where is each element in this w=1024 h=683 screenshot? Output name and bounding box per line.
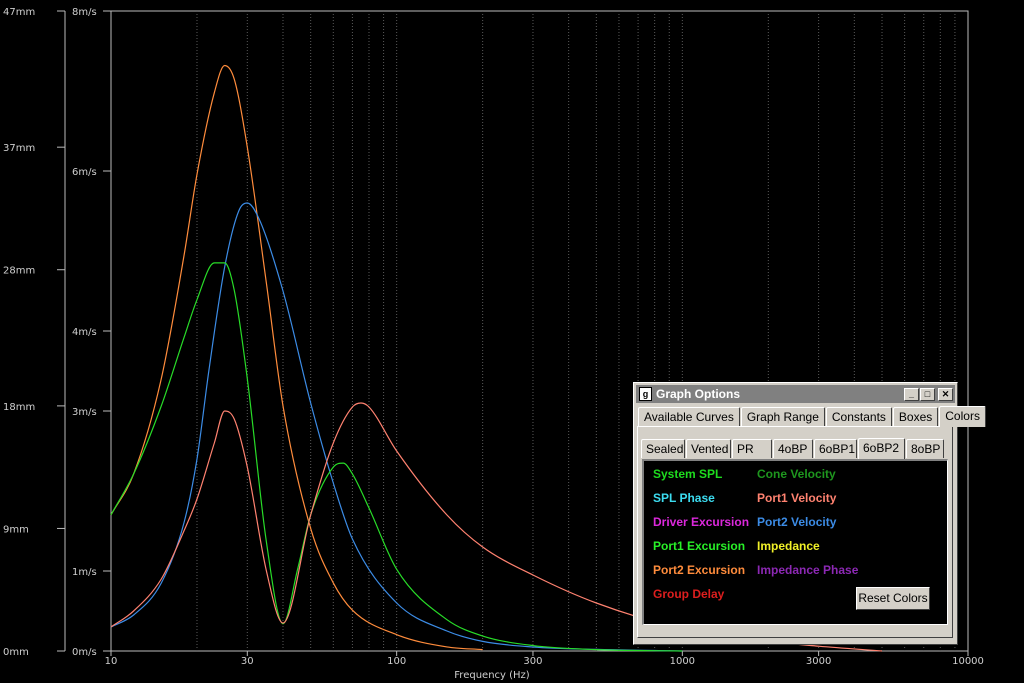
- frequency-tick-label: 10: [105, 656, 118, 667]
- color-item-group-delay[interactable]: Group Delay: [653, 587, 724, 601]
- color-item-impedance[interactable]: Impedance: [757, 539, 820, 553]
- tab-constants[interactable]: Constants: [825, 407, 892, 426]
- frequency-tick-labels: 10 30 100 300 1000 3000 10000: [105, 651, 984, 667]
- velocity-tick-label: 1m/s: [72, 567, 97, 578]
- tab-graph-range[interactable]: Graph Range: [740, 407, 825, 426]
- subtab-6obp2[interactable]: 6oBP2: [858, 438, 905, 459]
- color-item-cone-velocity[interactable]: Cone Velocity: [757, 467, 836, 481]
- subtab-vented[interactable]: Vented: [686, 439, 731, 458]
- frequency-tick-label: 1000: [670, 656, 695, 667]
- frequency-tick-label: 100: [387, 656, 406, 667]
- close-button[interactable]: ✕: [938, 387, 953, 401]
- main-tabs: Available Curves Graph Range Constants Boxe…: [638, 405, 987, 427]
- subtab-pr[interactable]: PR: [732, 439, 772, 458]
- color-item-system-spl[interactable]: System SPL: [653, 467, 722, 481]
- tab-boxes[interactable]: Boxes: [892, 407, 939, 426]
- subtab-8obp[interactable]: 8oBP: [906, 439, 944, 458]
- tab-colors[interactable]: Colors: [939, 406, 986, 427]
- subtab-4obp[interactable]: 4oBP: [773, 439, 813, 458]
- velocity-tick-label: 4m/s: [72, 327, 97, 338]
- color-item-port1-velocity[interactable]: Port1 Velocity: [757, 491, 836, 505]
- window-title: Graph Options: [656, 387, 740, 401]
- frequency-tick-label: 3000: [806, 656, 831, 667]
- app-icon: g: [639, 387, 652, 401]
- color-item-driver-excursion[interactable]: Driver Excursion: [653, 515, 749, 529]
- velocity-tick-label: 0m/s: [72, 647, 97, 658]
- x-axis-label: Frequency (Hz): [454, 670, 530, 681]
- velocity-tick-labels: 0m/s 1m/s 3m/s 4m/s 6m/s 8m/s: [72, 7, 111, 658]
- reset-colors-button[interactable]: Reset Colors: [856, 587, 930, 610]
- tab-available-curves[interactable]: Available Curves: [638, 407, 740, 426]
- velocity-tick-label: 3m/s: [72, 407, 97, 418]
- minimize-button[interactable]: _: [904, 387, 919, 401]
- frequency-tick-label: 30: [241, 656, 254, 667]
- frequency-tick-label: 10000: [952, 656, 984, 667]
- maximize-button[interactable]: □: [920, 387, 935, 401]
- frequency-tick-label: 300: [523, 656, 542, 667]
- graph-options-window[interactable]: g Graph Options _ □ ✕ Available Curves Gr…: [633, 382, 986, 645]
- subtab-sealed[interactable]: Sealed: [641, 439, 685, 458]
- excursion-tick-label: 37mm: [3, 143, 35, 154]
- excursion-tick-label: 9mm: [3, 524, 29, 535]
- excursion-tick-label: 28mm: [3, 266, 35, 277]
- velocity-tick-label: 6m/s: [72, 167, 97, 178]
- subtab-6obp1[interactable]: 6oBP1: [814, 439, 857, 458]
- excursion-tick-label: 0mm: [3, 647, 29, 658]
- excursion-tick-labels: 0mm 9mm 18mm 28mm 37mm 47mm: [3, 7, 65, 658]
- color-item-port2-velocity[interactable]: Port2 Velocity: [757, 515, 836, 529]
- enclosure-tabs: Sealed Vented PR 4oBP 6oBP1 6oBP2 8oBP: [641, 437, 945, 459]
- color-item-port1-excursion[interactable]: Port1 Excursion: [653, 539, 745, 553]
- title-bar[interactable]: g Graph Options _ □ ✕: [636, 385, 955, 403]
- color-item-spl-phase[interactable]: SPL Phase: [653, 491, 715, 505]
- excursion-tick-label: 18mm: [3, 402, 35, 413]
- color-item-impedance-phase[interactable]: Impedance Phase: [757, 563, 858, 577]
- excursion-tick-label: 47mm: [3, 7, 35, 18]
- color-item-port2-excursion[interactable]: Port2 Excursion: [653, 563, 745, 577]
- velocity-tick-label: 8m/s: [72, 7, 97, 18]
